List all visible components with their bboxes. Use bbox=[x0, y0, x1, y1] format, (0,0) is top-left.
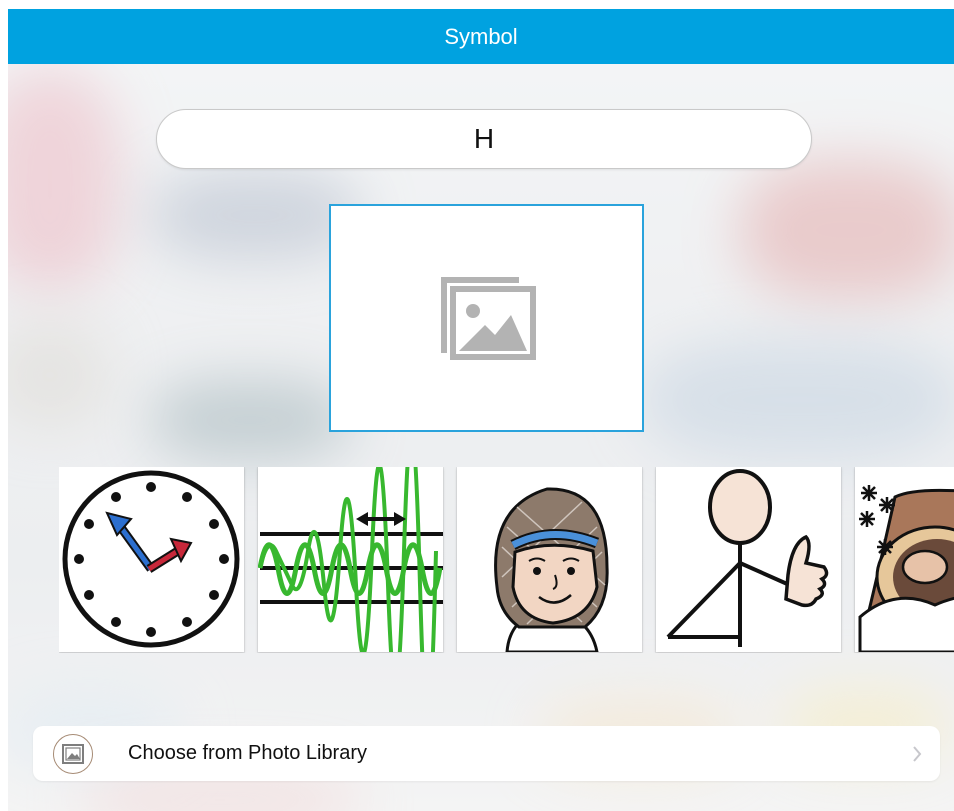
symbol-preview[interactable] bbox=[329, 204, 644, 432]
symbol-tile-thumbs-up[interactable] bbox=[656, 467, 841, 652]
top-border bbox=[0, 0, 954, 9]
symbol-name-input[interactable]: H bbox=[156, 109, 812, 169]
clock-symbol bbox=[62, 470, 240, 648]
header-title: Symbol bbox=[444, 23, 518, 49]
frequency-symbol bbox=[258, 467, 443, 652]
symbol-tile-clock[interactable] bbox=[59, 467, 244, 652]
header-bar: Symbol bbox=[8, 9, 954, 64]
symbol-strip bbox=[59, 467, 954, 653]
symbol-tile-frequency[interactable] bbox=[258, 467, 443, 652]
chevron-right-icon bbox=[913, 745, 922, 762]
symbol-tile-hibernate[interactable] bbox=[855, 467, 954, 652]
hibernate-symbol bbox=[858, 485, 954, 652]
image-placeholder-icon bbox=[440, 277, 536, 360]
girl-symbol bbox=[494, 487, 609, 652]
symbol-tile-girl[interactable] bbox=[457, 467, 642, 652]
thumbs-up-symbol bbox=[666, 469, 829, 647]
left-edge bbox=[0, 0, 8, 811]
photo-library-label: Choose from Photo Library bbox=[128, 742, 368, 764]
photo-library-icon bbox=[53, 733, 93, 774]
choose-photo-library-row[interactable]: Choose from Photo Library bbox=[33, 726, 940, 781]
